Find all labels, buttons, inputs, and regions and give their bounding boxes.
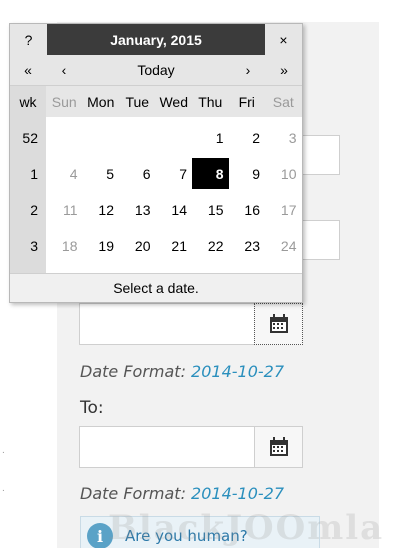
to-calendar-button[interactable]	[254, 426, 303, 468]
calendar-week-row: 1 4 5 6 7 8 9 10	[10, 158, 302, 189]
calendar-nav-row: « ‹ Today › »	[10, 55, 302, 86]
day-cell[interactable]: 5	[83, 158, 120, 189]
day-cell[interactable]: 20	[119, 230, 156, 261]
day-cell[interactable]: 22	[192, 230, 229, 261]
day-cell-empty	[156, 122, 193, 153]
day-cell-selected[interactable]: 8	[192, 158, 229, 189]
day-cell[interactable]: 15	[192, 194, 229, 225]
prev-month-button[interactable]: ‹	[46, 55, 82, 85]
day-cell[interactable]: 12	[83, 194, 120, 225]
to-date-input[interactable]	[79, 426, 255, 468]
week-number-header: wk	[10, 86, 46, 117]
week-number: 2	[10, 194, 46, 225]
date-format-label: Date Format:	[80, 362, 186, 381]
day-cell-weekend[interactable]: 24	[265, 230, 302, 261]
day-cell-weekend[interactable]: 10	[265, 158, 302, 189]
to-label: To:	[80, 398, 104, 418]
page: Date Format: 2014-10-27 To: Date Format:…	[0, 0, 400, 548]
day-cell[interactable]: 14	[156, 194, 193, 225]
calendar-week-row: 3 18 19 20 21 22 23 24	[10, 230, 302, 261]
date-format-label: Date Format:	[80, 484, 186, 503]
week-number: 3	[10, 230, 46, 261]
weekday-header: Fri	[238, 93, 255, 110]
left-edge-mark: .	[2, 445, 5, 456]
day-cell[interactable]: 7	[156, 158, 193, 189]
calendar-title-row: ? January, 2015 ×	[10, 24, 302, 55]
weekday-header: Sun	[51, 93, 77, 110]
day-cell[interactable]: 1	[192, 122, 229, 153]
from-date-input[interactable]	[79, 303, 255, 345]
from-calendar-button[interactable]	[254, 303, 303, 345]
prev-year-button[interactable]: «	[10, 55, 46, 85]
calendar-popup: ? January, 2015 × « ‹ Today › » wk Sun M…	[9, 23, 303, 303]
calendar-icon	[269, 437, 288, 456]
day-cell-empty	[46, 122, 83, 153]
day-cell-empty	[119, 122, 156, 153]
day-cell-empty	[83, 122, 120, 153]
weekday-header: Wed	[159, 93, 189, 110]
day-cell-weekend[interactable]: 18	[46, 230, 83, 261]
day-cell[interactable]: 21	[156, 230, 193, 261]
day-cell[interactable]: 23	[229, 230, 266, 261]
captcha-box[interactable]: i Are you human?	[80, 516, 320, 548]
next-year-button[interactable]: »	[266, 55, 302, 85]
weekday-header: Tue	[125, 93, 150, 110]
from-date-hidden-field-2[interactable]	[300, 220, 340, 260]
captcha-label: Are you human?	[125, 527, 248, 545]
calendar-status: Select a date.	[10, 273, 302, 302]
weekday-header: Thu	[198, 93, 223, 110]
day-cell-weekend[interactable]: 4	[46, 158, 83, 189]
day-cell[interactable]: 6	[119, 158, 156, 189]
day-cell[interactable]: 2	[229, 122, 266, 153]
calendar-week-row: 2 11 12 13 14 15 16 17	[10, 194, 302, 225]
day-cell-weekend[interactable]: 17	[265, 194, 302, 225]
date-format-hint-1: Date Format: 2014-10-27	[80, 362, 284, 381]
weekday-header: Mon	[87, 93, 115, 110]
week-number: 1	[10, 158, 46, 189]
date-format-value: 2014-10-27	[191, 362, 285, 381]
day-cell[interactable]: 19	[83, 230, 120, 261]
left-edge-mark: .	[2, 483, 5, 494]
weekday-header: Sat	[272, 93, 294, 110]
calendar-title: January, 2015	[47, 24, 265, 55]
week-number: 52	[10, 122, 46, 153]
day-cell[interactable]: 13	[119, 194, 156, 225]
date-format-hint-2: Date Format: 2014-10-27	[80, 484, 284, 503]
from-date-hidden-field-1[interactable]	[300, 135, 340, 175]
calendar-icon	[269, 314, 288, 333]
calendar-week-row: 52 1 2 3	[10, 122, 302, 153]
next-month-button[interactable]: ›	[230, 55, 266, 85]
info-icon: i	[87, 523, 113, 548]
day-cell[interactable]: 16	[229, 194, 266, 225]
close-button[interactable]: ×	[265, 24, 302, 55]
day-cell[interactable]: 9	[229, 158, 266, 189]
today-button[interactable]: Today	[82, 55, 230, 85]
help-button[interactable]: ?	[10, 24, 47, 55]
weekday-header-row: wk Sun Mon Tue Wed Thu Fri Sat	[10, 86, 302, 117]
date-format-value: 2014-10-27	[191, 484, 285, 503]
day-cell-weekend[interactable]: 11	[46, 194, 83, 225]
day-cell-weekend[interactable]: 3	[265, 122, 302, 153]
